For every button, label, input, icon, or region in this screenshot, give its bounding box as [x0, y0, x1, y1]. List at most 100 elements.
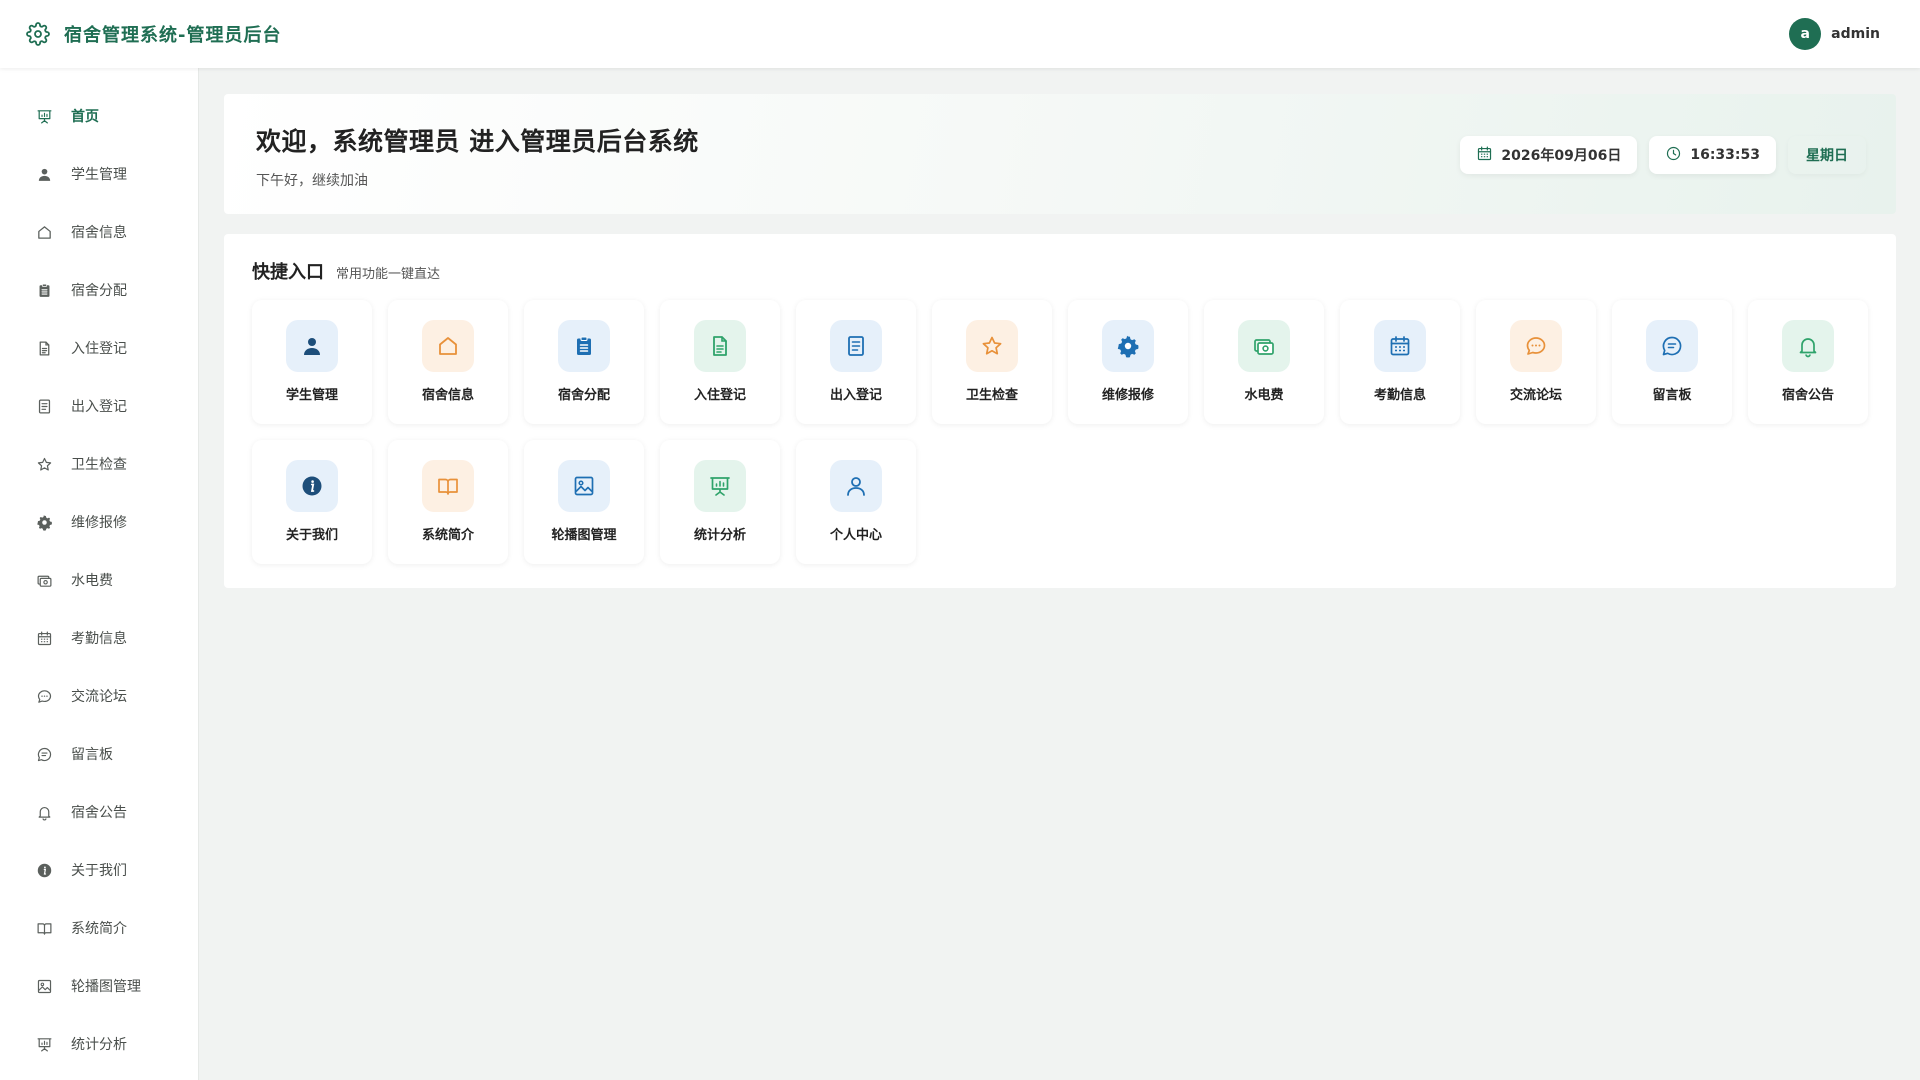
- sidebar-item-label: 首页: [71, 109, 99, 125]
- gear-icon: [24, 20, 52, 48]
- quick-card-label: 交流论坛: [1509, 388, 1562, 403]
- sidebar-item-dorm-info[interactable]: 宿舍信息: [0, 203, 198, 261]
- quick-card-label: 水电费: [1244, 388, 1284, 403]
- sidebar-item-messages[interactable]: 留言板: [0, 725, 198, 783]
- quick-card-label: 卫生检查: [965, 388, 1018, 403]
- sidebar-item-home[interactable]: 首页: [0, 87, 198, 145]
- quick-card-statistics[interactable]: 统计分析: [660, 440, 780, 564]
- quick-card-label: 考勤信息: [1373, 388, 1426, 403]
- date-text: 2026年09月06日: [1501, 148, 1622, 164]
- quick-card-hygiene[interactable]: 卫生检查: [932, 300, 1052, 424]
- quick-entry-title: 快捷入口: [252, 262, 324, 283]
- quick-card-label: 系统简介: [421, 528, 474, 543]
- quick-entry-subtitle: 常用功能一键直达: [336, 267, 441, 282]
- book-icon: [422, 460, 474, 512]
- star-icon: [966, 320, 1018, 372]
- sidebar-item-forum[interactable]: 交流论坛: [0, 667, 198, 725]
- main-content: 欢迎，系统管理员 进入管理员后台系统 下午好，继续加油 2026年09月06日 …: [224, 94, 1896, 588]
- sidebar-item-label: 交流论坛: [71, 689, 127, 705]
- sidebar-item-statistics[interactable]: 统计分析: [0, 1015, 198, 1073]
- sidebar-item-label: 轮播图管理: [71, 979, 141, 995]
- quick-card-carousel[interactable]: 轮播图管理: [524, 440, 644, 564]
- chat-bubble-icon: [1510, 320, 1562, 372]
- quick-card-label: 关于我们: [285, 528, 338, 543]
- quick-card-notices[interactable]: 宿舍公告: [1748, 300, 1868, 424]
- sidebar-item-intro[interactable]: 系统简介: [0, 899, 198, 957]
- quick-card-students[interactable]: 学生管理: [252, 300, 372, 424]
- quick-card-label: 维修报修: [1101, 388, 1154, 403]
- sidebar-item-access-log[interactable]: 出入登记: [0, 377, 198, 435]
- quick-card-intro[interactable]: 系统简介: [388, 440, 508, 564]
- quick-card-about[interactable]: 关于我们: [252, 440, 372, 564]
- sidebar-item-hygiene[interactable]: 卫生检查: [0, 435, 198, 493]
- sidebar-item-label: 关于我们: [71, 863, 127, 879]
- info-icon: [286, 460, 338, 512]
- quick-card-label: 出入登记: [829, 388, 882, 403]
- message-icon: [35, 745, 53, 763]
- sidebar-item-label: 宿舍公告: [71, 805, 127, 821]
- quick-card-access-log[interactable]: 出入登记: [796, 300, 916, 424]
- user-menu[interactable]: a admin: [1789, 18, 1896, 50]
- quick-card-label: 轮播图管理: [551, 528, 617, 543]
- quick-card-attendance[interactable]: 考勤信息: [1340, 300, 1460, 424]
- sidebar-item-about[interactable]: 关于我们: [0, 841, 198, 899]
- quick-card-dorm-assign[interactable]: 宿舍分配: [524, 300, 644, 424]
- home-icon: [35, 223, 53, 241]
- quick-entry-grid: 学生管理 宿舍信息 宿舍分配 入住登记 出入登记 卫生检查 维修报修 水电费 考…: [252, 300, 1868, 564]
- list-document-icon: [35, 397, 53, 415]
- app-title: 宿舍管理系统-管理员后台: [64, 25, 282, 46]
- quick-card-repair[interactable]: 维修报修: [1068, 300, 1188, 424]
- book-icon: [35, 919, 53, 937]
- clipboard-icon: [35, 281, 53, 299]
- quick-card-messages[interactable]: 留言板: [1612, 300, 1732, 424]
- picture-icon: [558, 460, 610, 512]
- message-icon: [1646, 320, 1698, 372]
- welcome-banner: 欢迎，系统管理员 进入管理员后台系统 下午好，继续加油 2026年09月06日 …: [224, 94, 1896, 214]
- sidebar-item-label: 水电费: [71, 573, 113, 589]
- sidebar-item-label: 卫生检查: [71, 457, 127, 473]
- sidebar-item-utilities[interactable]: 水电费: [0, 551, 198, 609]
- sidebar-item-dorm-assign[interactable]: 宿舍分配: [0, 261, 198, 319]
- time-chip: 16:33:53: [1649, 136, 1776, 174]
- quick-card-label: 学生管理: [285, 388, 338, 403]
- presentation-chart-icon: [35, 107, 53, 125]
- brand[interactable]: 宿舍管理系统-管理员后台: [24, 20, 281, 48]
- clock-icon: [1665, 145, 1682, 166]
- list-document-icon: [830, 320, 882, 372]
- sidebar-item-attendance[interactable]: 考勤信息: [0, 609, 198, 667]
- sidebar-item-label: 宿舍分配: [71, 283, 127, 299]
- sidebar-item-repair[interactable]: 维修报修: [0, 493, 198, 551]
- calendar-icon: [1374, 320, 1426, 372]
- sidebar-item-carousel[interactable]: 轮播图管理: [0, 957, 198, 1015]
- quick-card-utilities[interactable]: 水电费: [1204, 300, 1324, 424]
- person-outline-icon: [830, 460, 882, 512]
- sidebar-item-students[interactable]: 学生管理: [0, 145, 198, 203]
- quick-card-forum[interactable]: 交流论坛: [1476, 300, 1596, 424]
- picture-icon: [35, 977, 53, 995]
- avatar[interactable]: a: [1789, 18, 1822, 50]
- sidebar-item-label: 考勤信息: [71, 631, 127, 647]
- quick-card-profile[interactable]: 个人中心: [796, 440, 916, 564]
- bell-icon: [35, 803, 53, 821]
- user-icon: [35, 165, 53, 183]
- presentation-chart-icon: [694, 460, 746, 512]
- quick-entry-header: 快捷入口 常用功能一键直达: [252, 258, 1868, 284]
- calendar-icon: [35, 629, 53, 647]
- username[interactable]: admin: [1831, 26, 1880, 42]
- sidebar-item-label: 统计分析: [71, 1037, 127, 1053]
- top-header: 宿舍管理系统-管理员后台 a admin: [0, 0, 1920, 68]
- document-icon: [35, 339, 53, 357]
- clipboard-icon: [558, 320, 610, 372]
- home-icon: [422, 320, 474, 372]
- quick-card-dorm-info[interactable]: 宿舍信息: [388, 300, 508, 424]
- presentation-chart-icon: [35, 1035, 53, 1053]
- sidebar-item-notices[interactable]: 宿舍公告: [0, 783, 198, 841]
- bell-icon: [1782, 320, 1834, 372]
- sidebar-item-label: 维修报修: [71, 515, 127, 531]
- user-icon: [286, 320, 338, 372]
- sidebar-item-checkin[interactable]: 入住登记: [0, 319, 198, 377]
- quick-card-checkin[interactable]: 入住登记: [660, 300, 780, 424]
- document-icon: [694, 320, 746, 372]
- sidebar-item-label: 出入登记: [71, 399, 127, 415]
- date-chip: 2026年09月06日: [1460, 136, 1638, 174]
